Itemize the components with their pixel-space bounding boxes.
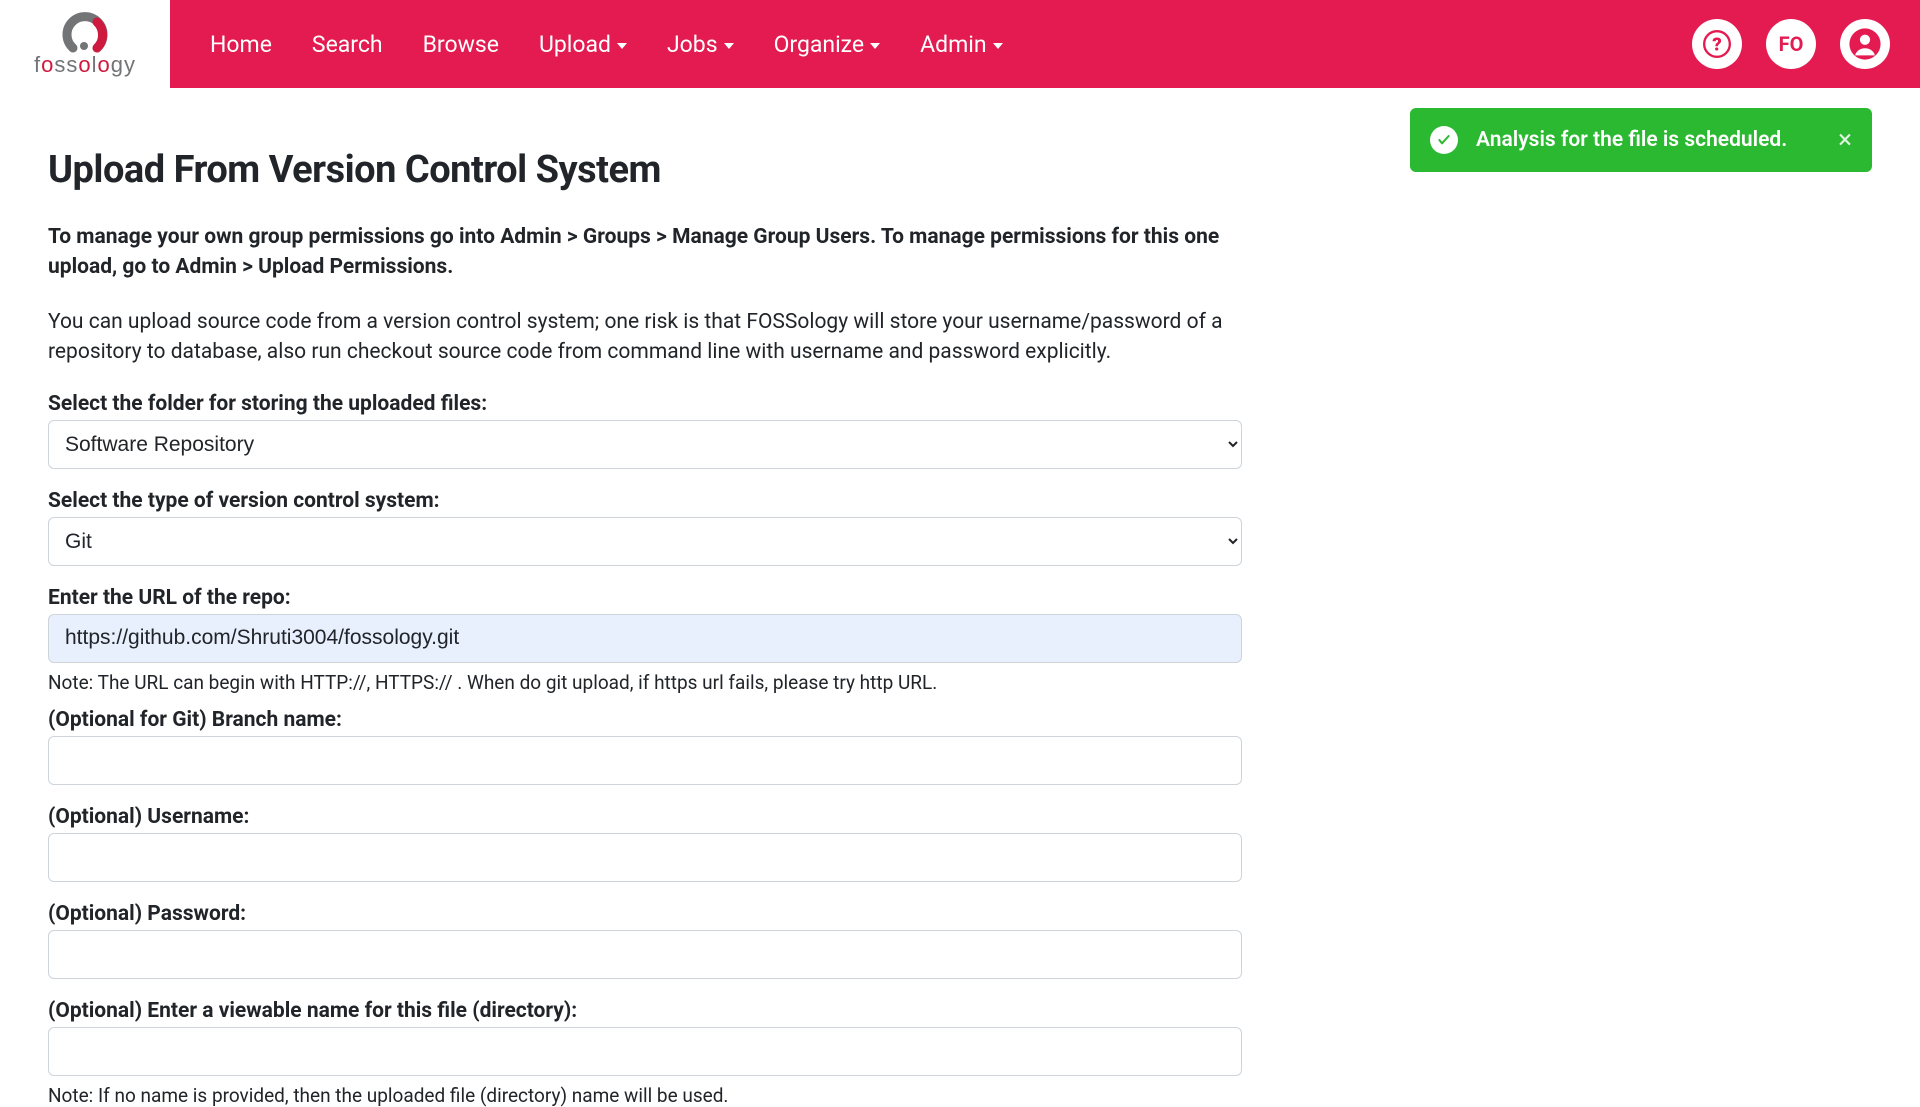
nav-organize[interactable]: Organize [754,0,901,88]
vcs-select[interactable]: Git [48,517,1242,566]
group-badge-text: FO [1779,32,1804,56]
url-label: Enter the URL of the repo: [48,586,1242,610]
viewname-note: Note: If no name is provided, then the u… [48,1084,1242,1107]
user-button[interactable] [1840,19,1890,69]
nav-home[interactable]: Home [190,0,292,88]
username-input[interactable] [48,833,1242,882]
nav-label: Home [210,31,272,58]
nav-search[interactable]: Search [292,0,403,88]
username-label: (Optional) Username: [48,805,1242,829]
toast-close-button[interactable]: × [1838,125,1852,155]
intro-paragraph: You can upload source code from a versio… [48,307,1242,368]
nav-label: Browse [423,31,499,58]
viewname-label: (Optional) Enter a viewable name for thi… [48,999,1242,1023]
password-input[interactable] [48,930,1242,979]
branch-label: (Optional for Git) Branch name: [48,708,1242,732]
success-toast: Analysis for the file is scheduled. × [1410,108,1872,172]
check-icon [1430,126,1458,154]
svg-text:fossology: fossology [34,52,136,77]
nav-browse[interactable]: Browse [403,0,519,88]
nav-label: Jobs [667,31,718,58]
nav-bar: Home Search Browse Upload Jobs Organize … [170,0,1920,88]
viewname-input[interactable] [48,1027,1242,1076]
toast-message: Analysis for the file is scheduled. [1476,128,1820,152]
permissions-note: To manage your own group permissions go … [48,222,1242,283]
nav-right: ? FO [1692,19,1920,69]
group-badge[interactable]: FO [1766,19,1816,69]
svg-text:?: ? [1712,33,1722,55]
caret-down-icon [870,43,880,49]
nav-jobs[interactable]: Jobs [647,0,754,88]
password-label: (Optional) Password: [48,902,1242,926]
branch-input[interactable] [48,736,1242,785]
folder-label: Select the folder for storing the upload… [48,392,1242,416]
nav-label: Organize [774,31,865,58]
page-title: Upload From Version Control System [48,148,1242,192]
nav-admin[interactable]: Admin [900,0,1022,88]
fossology-logo-icon: fossology [15,9,155,79]
caret-down-icon [617,43,627,49]
help-button[interactable]: ? [1692,19,1742,69]
url-note: Note: The URL can begin with HTTP://, HT… [48,671,1242,694]
caret-down-icon [724,43,734,49]
main-content: Upload From Version Control System To ma… [0,88,1290,1107]
header: fossology Home Search Browse Upload Jobs… [0,0,1920,88]
user-icon [1848,27,1882,61]
vcs-label: Select the type of version control syste… [48,489,1242,513]
folder-select[interactable]: Software Repository [48,420,1242,469]
url-input[interactable] [48,614,1242,663]
question-icon: ? [1703,30,1731,58]
nav-label: Admin [920,31,986,58]
caret-down-icon [993,43,1003,49]
logo[interactable]: fossology [0,0,170,88]
nav-label: Search [312,31,383,58]
nav-label: Upload [539,31,611,58]
nav-upload[interactable]: Upload [519,0,647,88]
